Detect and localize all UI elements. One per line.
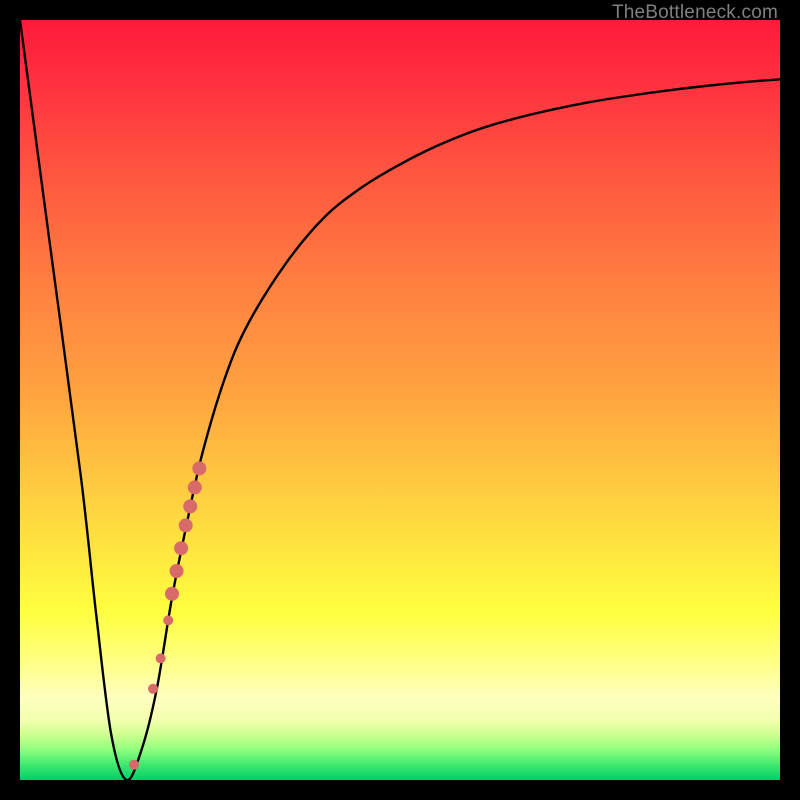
data-marker [179,518,193,532]
data-marker [156,653,166,663]
data-marker [192,461,206,475]
data-marker [165,587,179,601]
marker-group [129,461,206,769]
data-marker [174,541,188,555]
data-marker [129,760,139,770]
data-marker [163,615,173,625]
data-marker [183,499,197,513]
bottleneck-curve [20,20,780,780]
data-marker [170,564,184,578]
data-marker [188,480,202,494]
chart-svg [20,20,780,780]
plot-area [20,20,780,780]
data-marker [148,684,158,694]
chart-frame: TheBottleneck.com [0,0,800,800]
